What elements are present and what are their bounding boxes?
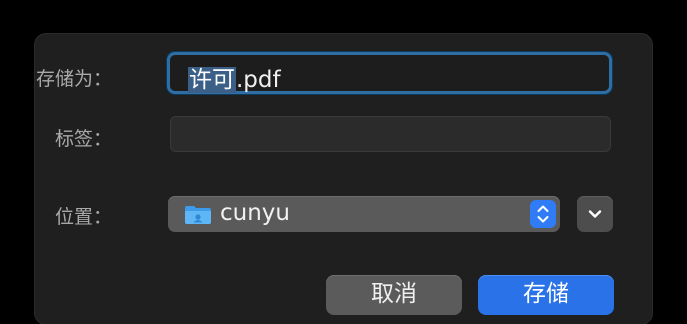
expand-dialog-button[interactable] xyxy=(577,196,613,232)
file-name-extension: .pdf xyxy=(236,67,281,93)
chevron-down-icon xyxy=(588,210,602,218)
file-name-selected-text: 许可 xyxy=(188,67,236,93)
save-dialog: 存储为： 许可.pdf 标签： 位置： cunyu 取消 存储 xyxy=(35,34,652,324)
location-popup[interactable]: cunyu xyxy=(168,196,560,232)
folder-icon xyxy=(185,206,211,224)
location-stepper[interactable] xyxy=(530,200,556,228)
file-name-input[interactable]: 许可.pdf xyxy=(167,52,612,94)
cancel-button[interactable]: 取消 xyxy=(326,275,462,315)
save-as-label: 存储为： xyxy=(35,68,112,90)
file-name-text: 许可.pdf xyxy=(188,60,281,94)
up-down-arrows-icon xyxy=(537,205,549,223)
tags-input[interactable] xyxy=(170,116,611,152)
location-label: 位置： xyxy=(54,206,112,228)
save-button[interactable]: 存储 xyxy=(478,275,614,315)
tags-label: 标签： xyxy=(54,128,112,150)
location-value: cunyu xyxy=(220,200,290,226)
